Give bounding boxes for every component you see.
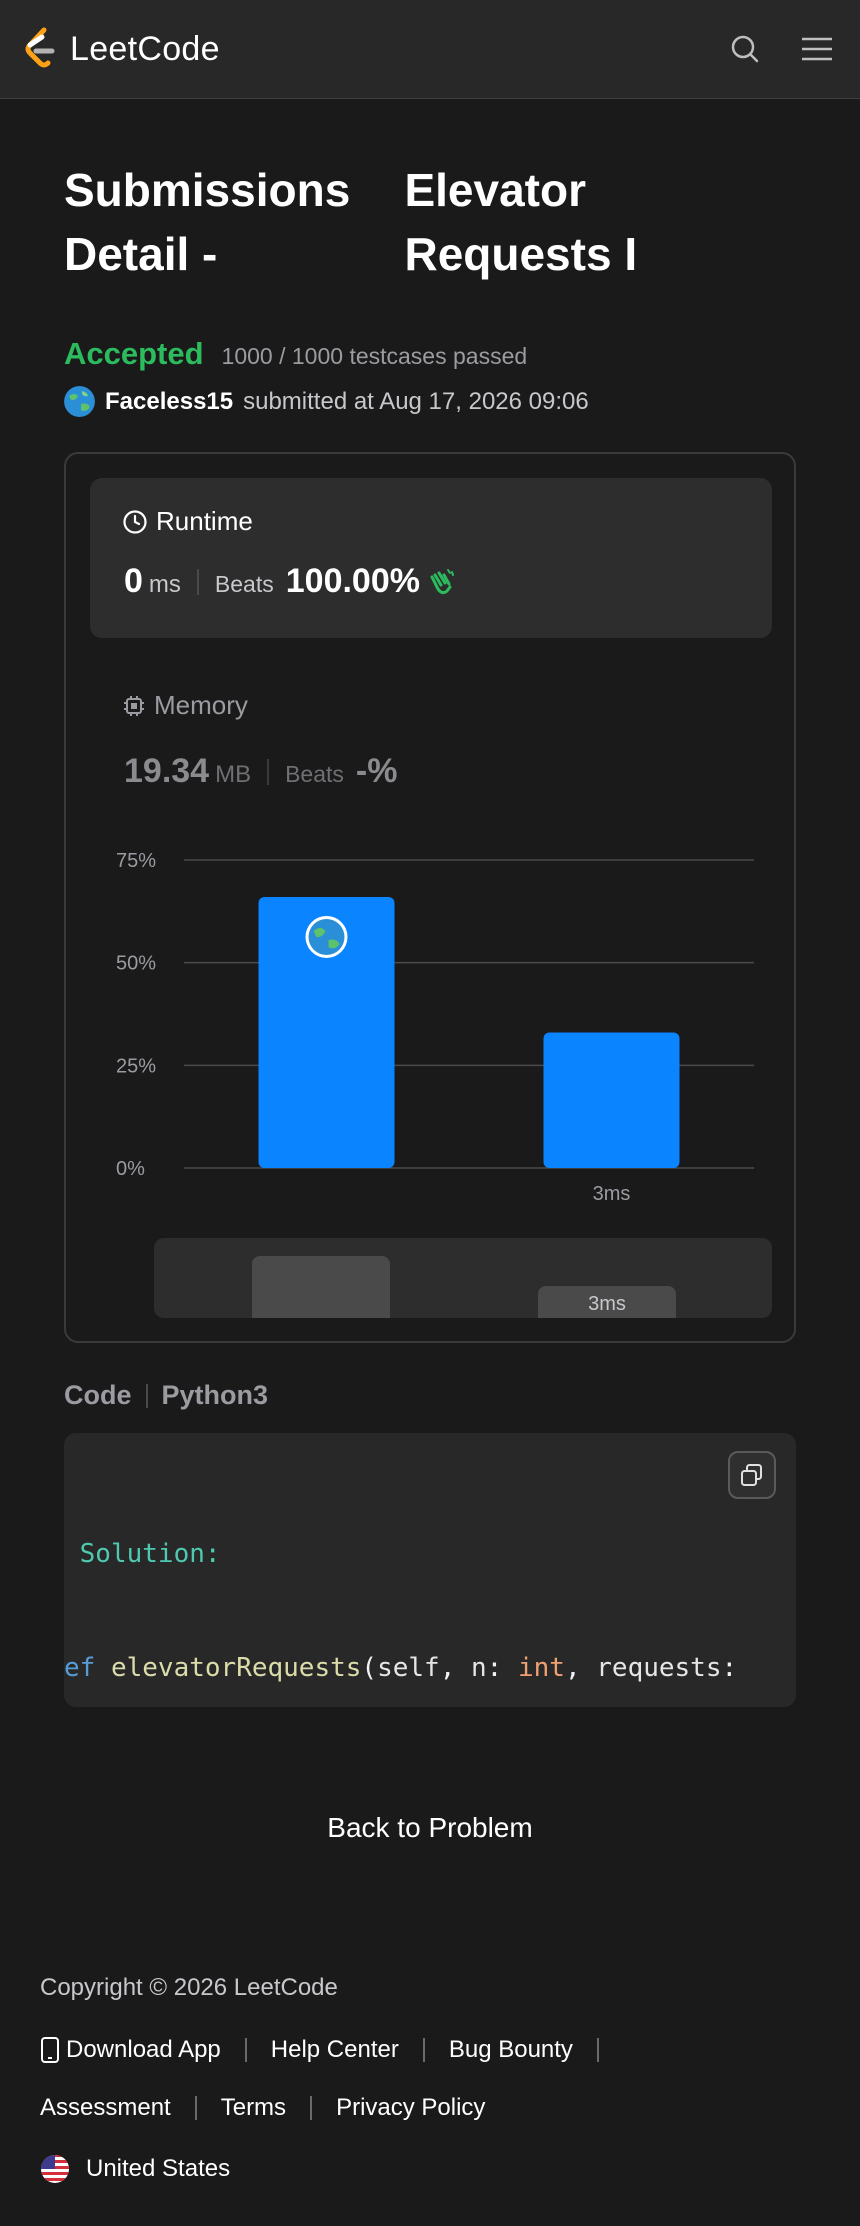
clapping-hands-icon [430,568,454,594]
scroller-label: 3ms [588,1293,626,1315]
footer-link-terms[interactable]: Terms [221,2094,286,2122]
submitted-time: submitted at Aug 17, 2026 09:06 [243,387,589,415]
username-link[interactable]: Faceless15 [105,388,233,416]
copyright: Copyright © 2026 LeetCode [40,1974,338,2001]
memory-unit: MB [215,761,252,788]
testcases-passed: 1000 / 1000 testcases passed [221,343,528,369]
divider [596,2038,599,2062]
memory-value: 19.34 [124,752,210,790]
y-tick-label: 50% [116,953,156,975]
code-lines: Solution: ef elevatorRequests(self, n: i… [64,1459,737,1707]
copy-code-button[interactable] [728,1451,776,1499]
runtime-beats-value: 100.00% [285,562,420,600]
chart-range-scroller[interactable]: 3ms [154,1238,772,1318]
divider [310,2096,313,2120]
top-header: LeetCode [0,0,860,99]
search-icon[interactable] [730,34,760,64]
divider [422,2038,425,2062]
runtime-beats-label: Beats [214,571,274,597]
runtime-value: 0 [124,562,143,600]
phone-icon [41,2037,59,2063]
submission-status: Accepted 1000 / 1000 testcases passed [64,336,527,372]
page-title-prefix: Submissions Detail - [64,164,351,280]
memory-values: 19.34 MB Beats -% [124,752,397,791]
runtime-label: Runtime [156,506,253,536]
footer-link-assessment[interactable]: Assessment [40,2094,171,2122]
code-line: ef elevatorRequests(self, n: int, reques… [64,1653,738,1683]
country-selector[interactable]: United States [40,2154,230,2184]
chart-bar[interactable] [543,1032,680,1168]
divider [244,2038,247,2062]
runtime-distribution-chart[interactable]: 75% 50% 25% 0% 3ms [66,834,794,1234]
footer-link-bug-bounty[interactable]: Bug Bounty [449,2036,573,2064]
divider [196,568,199,595]
avatar[interactable] [64,386,95,417]
menu-icon[interactable] [800,35,834,63]
y-tick-label: 25% [116,1055,156,1077]
chip-icon [124,695,144,716]
y-tick-label: 75% [116,850,156,872]
runtime-label-row: Runtime [122,506,253,537]
runtime-unit: ms [148,571,181,598]
divider [267,758,270,785]
page-title-problem: Elevator Requests I [404,164,638,280]
leetcode-logo-icon [25,27,55,68]
code-label: Code [64,1380,132,1410]
divider [145,1383,148,1408]
submitter-row: Faceless15 submitted at Aug 17, 2026 09:… [64,386,589,417]
logo-text: LeetCode [70,29,220,68]
user-avatar-marker [305,915,348,958]
memory-beats-value: -% [355,752,398,790]
back-to-problem-link[interactable]: Back to Problem [0,1812,860,1844]
scroller-bar [252,1256,390,1318]
runtime-values: 0 ms Beats 100.00% [124,562,456,601]
performance-card: Runtime 0 ms Beats 100.00% Memory 19.34 … [64,452,796,1343]
footer-link-help-center[interactable]: Help Center [271,2036,399,2064]
footer-links-row1: Download App Help Center Bug Bounty [40,2036,623,2064]
page-title: Submissions Detail - Elevator Requests I [64,158,784,286]
us-flag-icon [41,2155,69,2183]
footer-link-privacy-policy[interactable]: Privacy Policy [336,2094,485,2122]
memory-beats-label: Beats [285,761,344,787]
code-line: Solution: [64,1539,221,1569]
code-block[interactable]: Solution: ef elevatorRequests(self, n: i… [64,1433,796,1707]
divider [194,2096,197,2120]
runtime-panel[interactable]: Runtime 0 ms Beats 100.00% [90,478,772,638]
footer-link-download-app[interactable]: Download App [66,2036,221,2064]
clock-icon [123,509,147,534]
code-label-row: Code Python3 [64,1380,268,1411]
y-tick-label: 0% [116,1158,145,1180]
leetcode-logo[interactable]: LeetCode [22,27,220,71]
copy-icon [741,1464,762,1486]
footer-links-row2: Assessment Terms Privacy Policy [40,2094,485,2122]
x-tick-label: 3ms [593,1183,631,1205]
memory-label: Memory [154,690,248,720]
status-accepted: Accepted [64,336,204,371]
code-language: Python3 [161,1380,269,1410]
memory-label-row: Memory [122,690,248,721]
country-name: United States [86,2155,231,2182]
